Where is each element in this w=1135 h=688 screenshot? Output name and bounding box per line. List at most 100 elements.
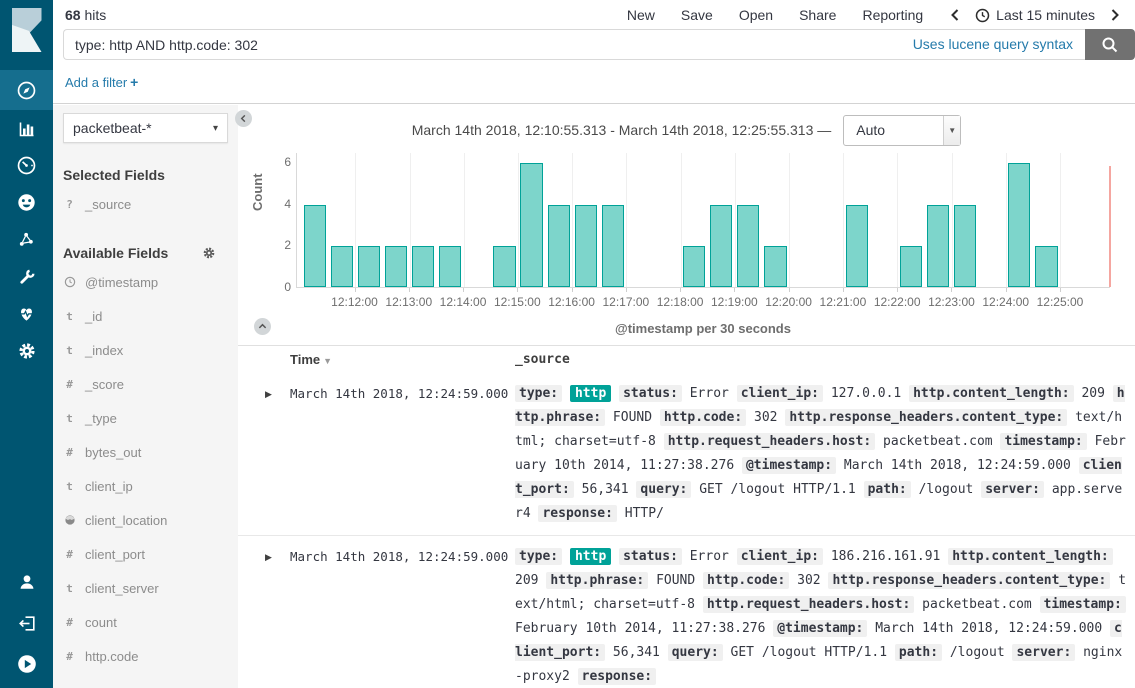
x-tick-mark bbox=[951, 288, 952, 292]
histogram-bar[interactable] bbox=[575, 205, 597, 287]
histogram-bar[interactable] bbox=[846, 205, 868, 287]
source-field-badge: client_ip: bbox=[737, 385, 823, 402]
gauge-dashboard-icon bbox=[16, 155, 37, 176]
field-item-_source[interactable]: ?_source bbox=[63, 187, 228, 221]
nav-rail-bottom bbox=[0, 561, 53, 684]
histogram-bar[interactable] bbox=[548, 205, 570, 287]
field-type-number-icon: # bbox=[63, 446, 76, 459]
menu-item-new[interactable]: New bbox=[627, 7, 655, 23]
histogram-bar[interactable] bbox=[900, 246, 922, 287]
histogram-bar[interactable] bbox=[710, 205, 732, 287]
field-item-client_ip[interactable]: tclient_ip bbox=[63, 469, 228, 503]
histogram-bar[interactable] bbox=[331, 246, 353, 287]
field-type-date-icon bbox=[63, 276, 76, 288]
field-item-_id[interactable]: t_id bbox=[63, 299, 228, 333]
source-field-badge: status: bbox=[619, 385, 682, 402]
doc-source: type: http status: Error client_ip: 186.… bbox=[515, 545, 1127, 688]
nav-management[interactable] bbox=[0, 332, 53, 369]
source-field-badge: http.phrase: bbox=[546, 572, 648, 589]
histogram-bar[interactable] bbox=[602, 205, 624, 287]
nav-items bbox=[0, 70, 53, 369]
nav-graph[interactable] bbox=[0, 221, 53, 258]
interval-select[interactable]: Auto ▼ bbox=[843, 115, 961, 146]
nav-logout[interactable] bbox=[0, 602, 53, 643]
source-field-badge: http.code: bbox=[660, 409, 746, 426]
field-item-http.code[interactable]: #http.code bbox=[63, 639, 228, 673]
add-filter-button[interactable]: Add a filter+ bbox=[65, 74, 138, 90]
histogram-bar[interactable] bbox=[358, 246, 380, 287]
histogram-bar[interactable] bbox=[683, 246, 705, 287]
x-tick-mark bbox=[897, 288, 898, 292]
chevron-right-icon[interactable] bbox=[1109, 8, 1121, 22]
sort-descending-icon[interactable]: ▼ bbox=[323, 356, 332, 366]
timepicker-button[interactable]: Last 15 minutes bbox=[975, 7, 1095, 23]
source-field-badge: path: bbox=[864, 481, 911, 498]
grid-line bbox=[735, 153, 736, 287]
expand-caret-icon[interactable]: ▶ bbox=[238, 382, 290, 526]
field-item-client_port[interactable]: #client_port bbox=[63, 537, 228, 571]
source-value: March 14th 2018, 12:24:59.000 bbox=[875, 621, 1102, 636]
user-icon bbox=[17, 572, 37, 592]
chevron-left-icon[interactable] bbox=[949, 8, 961, 22]
chevron-down-icon: ▾ bbox=[213, 123, 218, 134]
nav-user[interactable] bbox=[0, 561, 53, 602]
histogram-bar[interactable] bbox=[304, 205, 326, 287]
histogram-bar[interactable] bbox=[493, 246, 515, 287]
histogram-bar[interactable] bbox=[954, 205, 976, 287]
field-item-client_server[interactable]: tclient_server bbox=[63, 571, 228, 605]
field-item-_type[interactable]: t_type bbox=[63, 401, 228, 435]
collapse-sidebar-button[interactable] bbox=[235, 110, 252, 127]
field-name: client_ip bbox=[85, 479, 133, 494]
grid-line bbox=[572, 153, 573, 287]
index-pattern-select[interactable]: packetbeat-* ▾ bbox=[63, 113, 228, 143]
field-settings-gear-icon[interactable] bbox=[202, 246, 216, 260]
histogram-bar[interactable] bbox=[737, 205, 759, 287]
collapse-histogram-button[interactable] bbox=[254, 318, 271, 335]
x-tick-mark bbox=[1060, 288, 1061, 292]
x-tick-mark bbox=[355, 288, 356, 292]
nav-collapse[interactable] bbox=[0, 643, 53, 684]
x-tick-mark bbox=[789, 288, 790, 292]
field-item-count[interactable]: #count bbox=[63, 605, 228, 639]
doc-table-body: ▶March 14th 2018, 12:24:59.000type: http… bbox=[238, 373, 1135, 688]
menu-item-open[interactable]: Open bbox=[739, 7, 773, 23]
field-item-@timestamp[interactable]: @timestamp bbox=[63, 265, 228, 299]
now-time-marker bbox=[1109, 166, 1111, 287]
grid-line bbox=[355, 153, 356, 287]
nav-dashboard[interactable] bbox=[0, 147, 53, 184]
field-item-_score[interactable]: #_score bbox=[63, 367, 228, 401]
field-type-number-icon: # bbox=[63, 378, 76, 391]
grid-line bbox=[681, 153, 682, 287]
nav-discover[interactable] bbox=[0, 70, 53, 110]
histogram-bar[interactable] bbox=[439, 246, 461, 287]
histogram-bar[interactable] bbox=[764, 246, 786, 287]
doc-table-header: Time▼ _source bbox=[238, 345, 1135, 373]
histogram-bar[interactable] bbox=[385, 246, 407, 287]
lucene-syntax-link[interactable]: Uses lucene query syntax bbox=[913, 29, 1073, 60]
source-field-badge: server: bbox=[981, 481, 1044, 498]
histogram-bar[interactable] bbox=[520, 163, 542, 287]
histogram-bar[interactable] bbox=[412, 246, 434, 287]
histogram-bar[interactable] bbox=[1008, 163, 1030, 287]
nav-visualize[interactable] bbox=[0, 110, 53, 147]
field-item-_index[interactable]: t_index bbox=[63, 333, 228, 367]
source-value: HTTP/ bbox=[625, 506, 664, 521]
nav-monitoring[interactable] bbox=[0, 295, 53, 332]
menu-item-save[interactable]: Save bbox=[681, 7, 713, 23]
menu-item-reporting[interactable]: Reporting bbox=[862, 7, 923, 23]
time-column-header[interactable]: Time▼ bbox=[290, 352, 515, 367]
source-value: March 14th 2018, 12:24:59.000 bbox=[844, 458, 1071, 473]
field-item-client_location[interactable]: client_location bbox=[63, 503, 228, 537]
histogram-bar[interactable] bbox=[1035, 246, 1057, 287]
nav-timelion[interactable] bbox=[0, 184, 53, 221]
field-item-bytes_out[interactable]: #bytes_out bbox=[63, 435, 228, 469]
histogram-bar[interactable] bbox=[927, 205, 949, 287]
grid-line bbox=[410, 153, 411, 287]
expand-caret-icon[interactable]: ▶ bbox=[238, 545, 290, 688]
kibana-logo[interactable] bbox=[0, 0, 53, 60]
histogram-plot[interactable]: 0246 bbox=[296, 153, 1110, 288]
search-button[interactable] bbox=[1085, 29, 1135, 60]
nav-devtools[interactable] bbox=[0, 258, 53, 295]
menu-item-share[interactable]: Share bbox=[799, 7, 836, 23]
source-field-badge: query: bbox=[636, 481, 691, 498]
